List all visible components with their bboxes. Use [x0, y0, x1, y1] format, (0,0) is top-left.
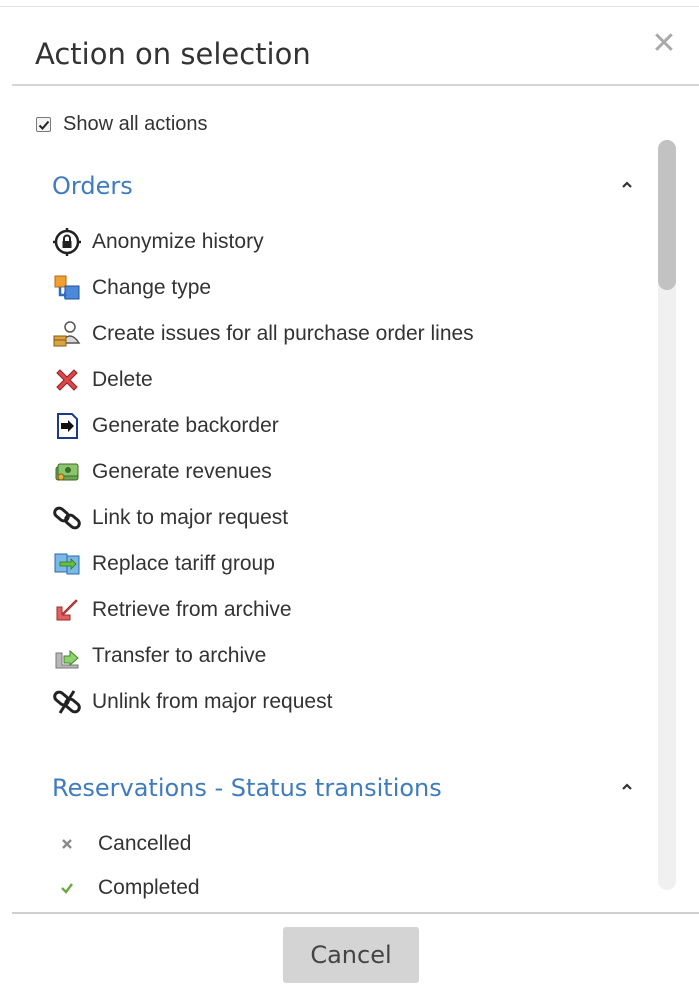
action-generate-revenues[interactable]: Generate revenues [52, 452, 272, 492]
chain-link-icon [52, 503, 82, 533]
chevron-up-icon[interactable] [620, 782, 634, 792]
action-label: Transfer to archive [92, 644, 267, 667]
status-label: Cancelled [98, 832, 192, 855]
show-all-actions-toggle[interactable]: Show all actions [36, 112, 208, 136]
action-anonymize-history[interactable]: Anonymize history [52, 222, 264, 262]
action-generate-backorder[interactable]: Generate backorder [52, 406, 279, 446]
action-label: Unlink from major request [92, 690, 333, 713]
section-header-orders[interactable]: Orders [52, 168, 642, 204]
footer-divider [12, 912, 699, 914]
dialog-body: Show all actions Orders Anonymize histor… [12, 86, 699, 912]
lock-target-icon [52, 227, 82, 257]
action-unlink-major-request[interactable]: Unlink from major request [52, 682, 332, 722]
close-icon[interactable]: ✕ [646, 26, 682, 62]
show-all-label: Show all actions [63, 112, 208, 135]
replace-icon [52, 549, 82, 579]
action-link-major-request[interactable]: Link to major request [52, 498, 288, 538]
action-label: Retrieve from archive [92, 598, 292, 621]
status-label: Completed [98, 876, 200, 899]
action-change-type[interactable]: Change type [52, 268, 211, 308]
scrollbar-track[interactable] [658, 140, 676, 890]
action-label: Link to major request [92, 506, 289, 529]
status-item-cancelled[interactable]: Cancelled [56, 828, 191, 860]
action-label: Replace tariff group [92, 552, 275, 575]
money-icon [52, 457, 82, 487]
action-label: Anonymize history [92, 230, 264, 253]
action-delete[interactable]: Delete [52, 360, 153, 400]
action-dialog: Action on selection ✕ Show all actions O… [0, 0, 699, 988]
check-small-icon [56, 877, 78, 899]
section-title-reservations: Reservations - Status transitions [52, 774, 442, 802]
change-type-icon [52, 273, 82, 303]
retrieve-arrow-icon [52, 595, 82, 625]
cancel-button[interactable]: Cancel [283, 927, 419, 983]
action-label: Delete [92, 368, 153, 391]
action-label: Change type [92, 276, 212, 299]
section-title-orders: Orders [52, 172, 133, 200]
dialog-title: Action on selection [35, 37, 311, 71]
status-item-completed[interactable]: Completed [56, 872, 200, 904]
action-retrieve-from-archive[interactable]: Retrieve from archive [52, 590, 292, 630]
top-border [0, 6, 699, 7]
section-header-reservations[interactable]: Reservations - Status transitions [52, 770, 642, 806]
backorder-icon [52, 411, 82, 441]
transfer-arrow-icon [52, 641, 82, 671]
show-all-checkbox[interactable] [36, 116, 51, 132]
chevron-up-icon[interactable] [620, 180, 634, 190]
scrollbar-thumb[interactable] [658, 140, 676, 290]
action-label: Create issues for all purchase order lin… [92, 322, 474, 345]
cross-small-icon [56, 833, 78, 855]
delete-x-icon [52, 365, 82, 395]
action-replace-tariff-group[interactable]: Replace tariff group [52, 544, 275, 584]
action-transfer-to-archive[interactable]: Transfer to archive [52, 636, 266, 676]
broken-link-icon [52, 687, 82, 717]
action-label: Generate backorder [92, 414, 279, 437]
checkmark-icon [38, 120, 50, 130]
action-create-issues[interactable]: Create issues for all purchase order lin… [52, 314, 474, 354]
user-package-icon [52, 319, 82, 349]
action-label: Generate revenues [92, 460, 272, 483]
